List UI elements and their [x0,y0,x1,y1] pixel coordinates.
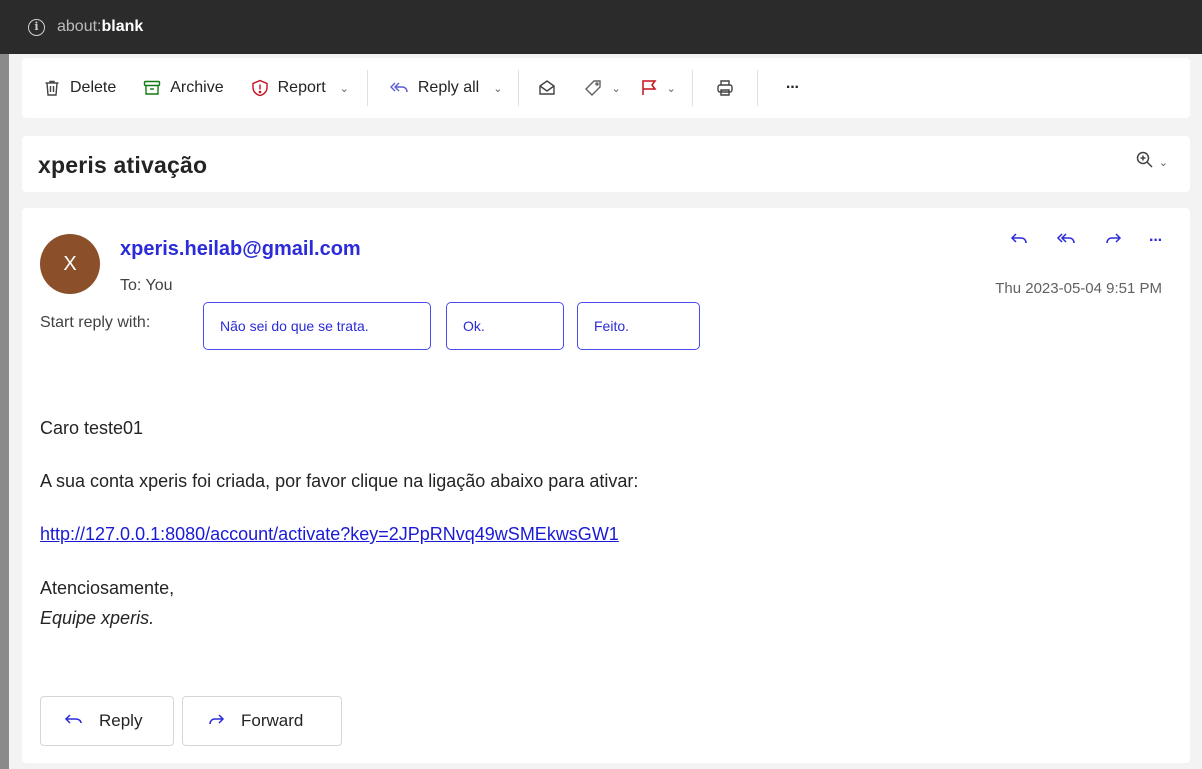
delete-button[interactable]: Delete [42,78,116,98]
reply-all-button[interactable]: Reply all ⌄ [388,78,502,98]
toolbar-divider [691,70,693,106]
reply-button[interactable]: Reply [40,696,174,746]
forward-label: Forward [241,711,304,730]
more-icon: ··· [785,79,800,96]
archive-icon [142,78,162,98]
body-closing: Atenciosamente, [40,578,175,598]
mark-read-button[interactable] [537,78,557,98]
sender-address[interactable]: xperis.heilab@gmail.com [120,238,361,261]
forward-icon[interactable] [1103,228,1123,253]
reply-icon[interactable] [1009,228,1029,253]
address-url[interactable]: about:blank [57,18,143,36]
chevron-down-icon[interactable]: ⌄ [493,82,502,95]
message-card: X xperis.heilab@gmail.com To: You ··· Th… [22,208,1190,763]
url-scheme: about: [57,18,102,35]
chevron-down-icon: ⌄ [1158,157,1168,169]
more-icon[interactable]: ··· [1149,232,1163,250]
toolbar-divider [518,70,520,106]
info-icon[interactable]: i [28,19,45,36]
window-left-border [0,54,9,769]
delete-label: Delete [70,79,117,96]
forward-icon [205,709,227,734]
report-icon [250,78,270,98]
forward-button[interactable]: Forward [182,696,342,746]
zoom-button[interactable]: ⌄ [1135,150,1168,175]
browser-address-bar: i about:blank [0,0,1202,54]
body-greeting: Caro teste01 [40,418,144,438]
recipient-line: To: You [120,277,173,294]
page-title: xperis ativação [38,152,208,178]
body-signature: Equipe xperis. [40,608,155,628]
window-left-gutter [9,54,20,769]
reply-all-label: Reply all [417,79,480,96]
message-date: Thu 2023-05-04 9:51 PM [995,280,1162,297]
url-host: blank [101,18,144,35]
zoom-icon [1135,150,1155,175]
report-button[interactable]: Report ⌄ [250,78,349,98]
avatar[interactable]: X [40,234,100,294]
archive-button[interactable]: Archive [142,78,224,98]
chevron-down-icon[interactable]: ⌄ [340,82,349,95]
reply-label: Reply [99,711,143,730]
mail-toolbar: Delete Archive Report ⌄ Reply all ⌄ ⌄ ⌄ … [22,58,1190,118]
toolbar-divider [756,70,758,106]
start-reply-label: Start reply with: [40,314,151,331]
message-actions: ··· [1009,228,1163,253]
reply-icon [63,709,85,734]
tag-button[interactable]: ⌄ [583,78,621,98]
subject-card: xperis ativação ⌄ [22,136,1190,192]
envelope-open-icon [537,78,557,98]
report-label: Report [277,79,326,96]
tag-icon [583,78,603,98]
more-actions-button[interactable]: ··· [785,79,800,97]
activation-link[interactable]: http://127.0.0.1:8080/account/activate?k… [40,524,619,545]
archive-label: Archive [170,79,224,96]
flag-button[interactable]: ⌄ [639,78,676,98]
flag-icon [639,78,659,98]
print-icon [715,78,735,98]
reply-all-icon[interactable] [1055,228,1077,253]
toolbar-divider [366,70,368,106]
chevron-down-icon[interactable]: ⌄ [611,82,620,95]
suggested-reply-1[interactable]: Não sei do que se trata. [203,302,431,350]
trash-icon [42,78,62,98]
body-line: A sua conta xperis foi criada, por favor… [40,471,639,491]
chevron-down-icon[interactable]: ⌄ [667,82,676,95]
suggested-reply-2[interactable]: Ok. [446,302,564,350]
suggested-reply-3[interactable]: Feito. [577,302,700,350]
print-button[interactable] [715,78,735,98]
reply-all-icon [388,78,410,98]
